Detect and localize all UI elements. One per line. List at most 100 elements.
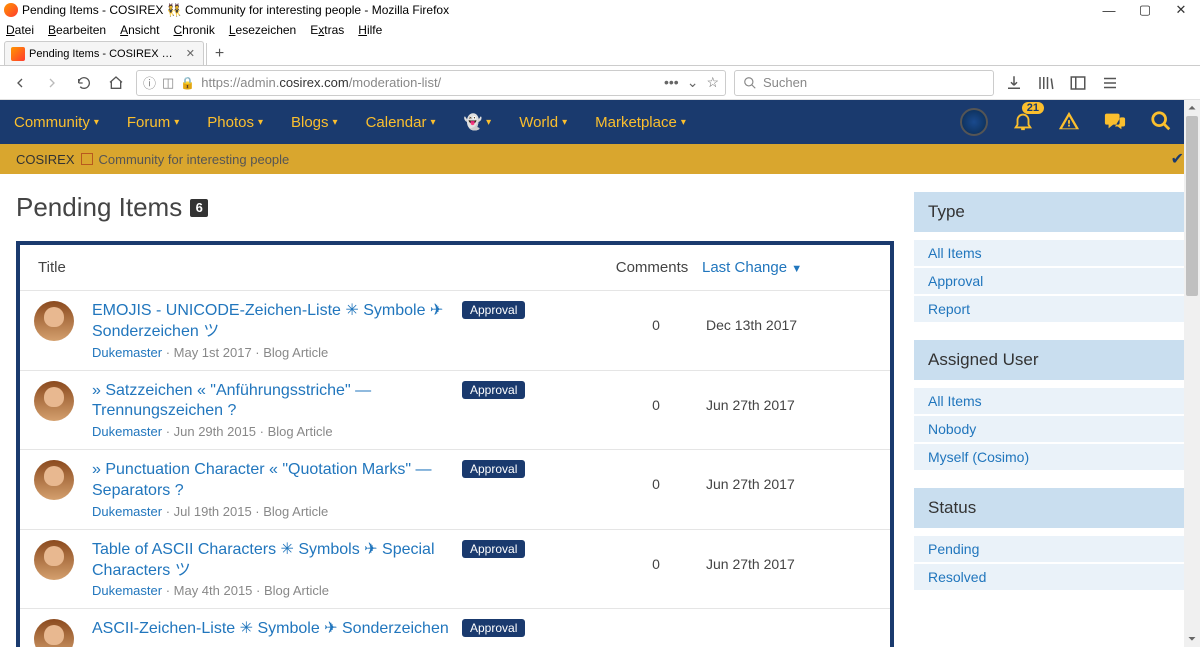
minimize-button[interactable]: — — [1100, 1, 1118, 19]
pending-count-badge: 6 — [190, 199, 208, 217]
author-link[interactable]: Dukemaster — [92, 583, 162, 598]
author-avatar[interactable] — [34, 460, 74, 500]
vertical-scrollbar[interactable]: ⏶ ⏷ — [1184, 100, 1200, 647]
tab-label: Pending Items - COSIREX 👯 C — [29, 47, 180, 60]
author-avatar[interactable] — [34, 619, 74, 647]
nav-item-marketplace[interactable]: Marketplace▾ — [595, 113, 686, 131]
library-icon[interactable] — [1034, 71, 1058, 95]
item-title-link[interactable]: » Satzzeichen « "Anführungsstriche" — Tr… — [92, 381, 452, 423]
bookmark-star-icon[interactable]: ☆ — [706, 74, 719, 91]
approval-tag: Approval — [462, 540, 525, 558]
search-bar[interactable]: Suchen — [734, 70, 994, 96]
notifications-button[interactable]: 21 — [1012, 110, 1034, 135]
author-avatar[interactable] — [34, 540, 74, 580]
menu-hilfe[interactable]: Hilfe — [358, 23, 382, 37]
warning-icon[interactable] — [1058, 110, 1080, 135]
author-link[interactable]: Dukemaster — [92, 424, 162, 439]
back-button[interactable] — [8, 71, 32, 95]
item-comments: 0 — [606, 381, 706, 413]
url-bar[interactable]: ⓘ ◫ 🔒 https://admin.cosirex.com/moderati… — [136, 70, 726, 96]
close-button[interactable]: ✕ — [1172, 1, 1190, 19]
list-row: EMOJIS - UNICODE-Zeichen-Liste ✳ Symbole… — [20, 290, 890, 370]
item-meta: Dukemaster · Jun 29th 2015 · Blog Articl… — [92, 424, 606, 439]
tab-close-icon[interactable]: ✕ — [184, 47, 197, 60]
author-avatar[interactable] — [34, 301, 74, 341]
nav-item-blogs[interactable]: Blogs▾ — [291, 113, 338, 131]
menu-icon[interactable] — [1098, 71, 1122, 95]
menu-bearbeiten[interactable]: Bearbeiten — [48, 23, 106, 37]
reload-button[interactable] — [72, 71, 96, 95]
pocket-icon[interactable]: ⌄ — [687, 74, 699, 91]
notification-count-badge: 21 — [1022, 102, 1044, 114]
user-filter-link[interactable]: Myself (Cosimo) — [914, 444, 1184, 470]
approval-tag: Approval — [462, 460, 525, 478]
page-action-icon[interactable]: ••• — [664, 74, 679, 91]
item-title-link[interactable]: ASCII-Zeichen-Liste ✳ Symbole ✈ Sonderze… — [92, 619, 452, 640]
breadcrumb-brand[interactable]: COSIREX — [16, 152, 75, 167]
author-link[interactable]: Dukemaster — [92, 345, 162, 360]
menu-chronik[interactable]: Chronik — [173, 23, 214, 37]
browser-tab[interactable]: Pending Items - COSIREX 👯 C ✕ — [4, 41, 204, 65]
browser-toolbar: ⓘ ◫ 🔒 https://admin.cosirex.com/moderati… — [0, 66, 1200, 100]
scroll-up-arrow[interactable]: ⏶ — [1184, 100, 1200, 116]
nav-item-calendar[interactable]: Calendar▾ — [366, 113, 436, 131]
list-row: ASCII-Zeichen-Liste ✳ Symbole ✈ Sonderze… — [20, 608, 890, 647]
scroll-down-arrow[interactable]: ⏷ — [1184, 631, 1200, 647]
approval-tag: Approval — [462, 619, 525, 637]
sidebar-icon[interactable] — [1066, 71, 1090, 95]
forward-button[interactable] — [40, 71, 64, 95]
approval-tag: Approval — [462, 381, 525, 399]
item-meta: Dukemaster · May 1st 2017 · Blog Article — [92, 345, 606, 360]
user-filter-link[interactable]: All Items — [914, 388, 1184, 414]
reader-icon[interactable]: ◫ — [162, 75, 174, 91]
nav-item-👻[interactable]: 👻▾ — [463, 113, 491, 131]
scroll-thumb[interactable] — [1186, 116, 1198, 296]
item-meta: Dukemaster · May 4th 2015 · Blog Article — [92, 583, 606, 598]
user-avatar[interactable] — [960, 108, 988, 136]
nav-item-world[interactable]: World▾ — [519, 113, 567, 131]
downloads-icon[interactable] — [1002, 71, 1026, 95]
nav-item-photos[interactable]: Photos▾ — [207, 113, 263, 131]
author-link[interactable]: Dukemaster — [92, 504, 162, 519]
column-last-change[interactable]: Last Change ▼ — [702, 259, 872, 276]
item-last-change: Jun 27th 2017 — [706, 540, 876, 572]
item-last-change — [706, 619, 876, 635]
breadcrumb-icon — [81, 153, 93, 165]
breadcrumb-check-icon[interactable]: ✔ — [1171, 149, 1184, 169]
type-filter-link[interactable]: Approval — [914, 268, 1184, 294]
column-title[interactable]: Title — [38, 259, 602, 276]
lock-icon: 🔒 — [180, 76, 195, 90]
nav-item-community[interactable]: Community▾ — [14, 113, 99, 131]
author-avatar[interactable] — [34, 381, 74, 421]
user-filter-link[interactable]: Nobody — [914, 416, 1184, 442]
menu-ansicht[interactable]: Ansicht — [120, 23, 159, 37]
status-filter-link[interactable]: Pending — [914, 536, 1184, 562]
url-path: /moderation-list/ — [349, 75, 441, 90]
item-title-link[interactable]: Table of ASCII Characters ✳ Symbols ✈ Sp… — [92, 540, 452, 582]
item-last-change: Jun 27th 2017 — [706, 381, 876, 413]
status-filter-link[interactable]: Resolved — [914, 564, 1184, 590]
new-tab-button[interactable]: + — [206, 43, 232, 65]
search-icon[interactable] — [1150, 110, 1172, 135]
sidebar-status-title: Status — [914, 488, 1184, 528]
item-comments: 0 — [606, 460, 706, 492]
maximize-button[interactable]: ▢ — [1136, 1, 1154, 19]
info-icon[interactable]: ⓘ — [143, 73, 156, 92]
home-button[interactable] — [104, 71, 128, 95]
column-comments[interactable]: Comments — [602, 259, 702, 276]
list-row: » Punctuation Character « "Quotation Mar… — [20, 449, 890, 529]
item-comments: 0 — [606, 540, 706, 572]
menu-extras[interactable]: Extras — [310, 23, 344, 37]
url-protocol: https:// — [201, 75, 240, 90]
window-title: Pending Items - COSIREX 👯 Community for … — [22, 3, 1100, 17]
type-filter-link[interactable]: All Items — [914, 240, 1184, 266]
browser-menubar: Datei Bearbeiten Ansicht Chronik Lesezei… — [0, 20, 1200, 40]
nav-item-forum[interactable]: Forum▾ — [127, 113, 179, 131]
messages-icon[interactable] — [1104, 110, 1126, 135]
item-title-link[interactable]: » Punctuation Character « "Quotation Mar… — [92, 460, 452, 502]
item-title-link[interactable]: EMOJIS - UNICODE-Zeichen-Liste ✳ Symbole… — [92, 301, 452, 343]
browser-tabstrip: Pending Items - COSIREX 👯 C ✕ + — [0, 40, 1200, 66]
menu-datei[interactable]: Datei — [6, 23, 34, 37]
menu-lesezeichen[interactable]: Lesezeichen — [229, 23, 296, 37]
type-filter-link[interactable]: Report — [914, 296, 1184, 322]
